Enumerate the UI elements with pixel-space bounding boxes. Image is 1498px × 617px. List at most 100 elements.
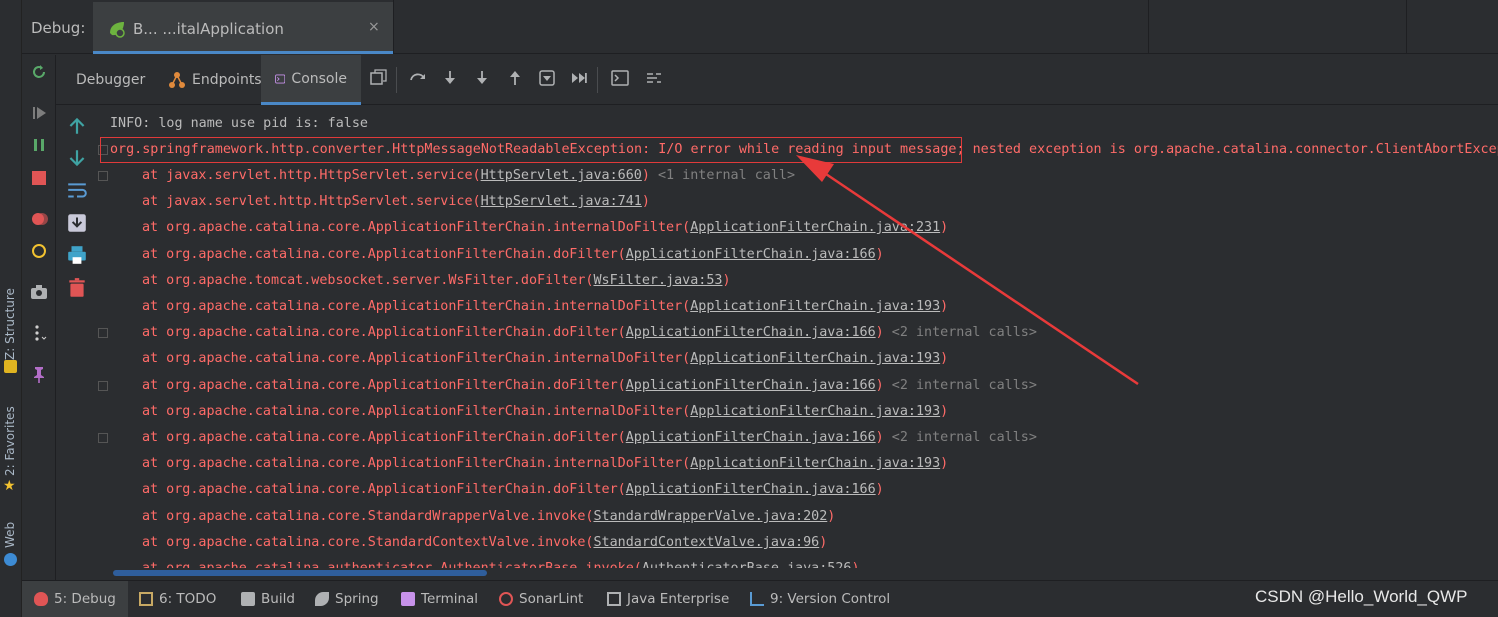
- tool-tab-build[interactable]: Build: [241, 581, 295, 617]
- tool-tab-spring[interactable]: Spring: [315, 581, 379, 617]
- tab-console-label: Console: [291, 70, 347, 87]
- stack-frame-line: at org.apache.catalina.core.ApplicationF…: [142, 299, 948, 314]
- pause-icon[interactable]: [29, 135, 49, 155]
- frame-source-link[interactable]: ApplicationFilterChain.java:193: [690, 299, 940, 314]
- frame-method: at org.apache.catalina.authenticator.Aut…: [142, 561, 642, 568]
- tool-tab-java-enterprise[interactable]: Java Enterprise: [607, 581, 729, 617]
- stack-frame-line: at org.apache.catalina.core.ApplicationF…: [142, 378, 1037, 393]
- force-step-into-icon[interactable]: [473, 69, 491, 87]
- close-icon[interactable]: ×: [368, 19, 380, 35]
- frame-method: at org.apache.catalina.core.StandardCont…: [142, 535, 594, 550]
- fold-marker[interactable]: [98, 381, 108, 391]
- stack-frame-line: at org.apache.catalina.core.ApplicationF…: [142, 404, 948, 419]
- tab-console[interactable]: Console: [261, 55, 361, 105]
- frame-source-link[interactable]: ApplicationFilterChain.java:193: [690, 456, 940, 471]
- frame-source-link[interactable]: AuthenticatorBase.java:526: [642, 561, 852, 568]
- tab-endpoints[interactable]: Endpoints: [160, 55, 270, 105]
- frame-source-link[interactable]: ApplicationFilterChain.java:166: [626, 430, 876, 445]
- star-icon: ★: [3, 478, 16, 494]
- console-icon: [275, 74, 286, 83]
- frame-method: at org.apache.catalina.core.ApplicationF…: [142, 404, 691, 419]
- step-into-icon[interactable]: [441, 69, 459, 87]
- horizontal-scrollbar[interactable]: [113, 570, 487, 576]
- frame-source-link[interactable]: StandardWrapperValve.java:202: [593, 509, 827, 524]
- rerun-icon[interactable]: [29, 62, 49, 82]
- scroll-to-end-icon[interactable]: [66, 212, 88, 234]
- tool-tab-java-enterprise-label: Java Enterprise: [627, 591, 730, 607]
- fold-marker[interactable]: [98, 145, 108, 155]
- run-to-cursor-icon[interactable]: [570, 69, 588, 87]
- frame-source-link[interactable]: StandardContextValve.java:96: [593, 535, 819, 550]
- frame-source-link[interactable]: ApplicationFilterChain.java:166: [626, 482, 876, 497]
- tab-debugger[interactable]: Debugger: [66, 55, 155, 105]
- structure-tab[interactable]: Z: Structure: [3, 280, 17, 360]
- step-out-icon[interactable]: [506, 69, 524, 87]
- tool-tab-sonarlint-label: SonarLint: [519, 591, 584, 607]
- frame-close-paren: ): [875, 378, 884, 393]
- structure-icon: [4, 360, 17, 373]
- frame-close-paren: ): [875, 325, 884, 340]
- soft-wrap-icon[interactable]: [66, 180, 88, 202]
- drop-frame-icon[interactable]: [538, 69, 556, 87]
- frame-method: at org.apache.catalina.core.ApplicationF…: [142, 378, 626, 393]
- pin-icon[interactable]: [29, 364, 49, 384]
- favorites-tab-label: 2: Favorites: [3, 406, 17, 476]
- tool-tab-todo[interactable]: 6: TODO: [139, 581, 216, 617]
- step-over-icon[interactable]: [409, 69, 427, 87]
- frame-method: at org.apache.catalina.core.StandardWrap…: [142, 509, 594, 524]
- tool-tab-terminal[interactable]: Terminal: [401, 581, 478, 617]
- trash-icon[interactable]: [66, 277, 88, 299]
- frame-source-link[interactable]: HttpServlet.java:741: [481, 194, 642, 209]
- frame-method: at org.apache.catalina.core.ApplicationF…: [142, 456, 691, 471]
- stop-icon[interactable]: [29, 168, 49, 188]
- watermark: CSDN @Hello_World_QWP: [1255, 587, 1468, 606]
- fold-marker[interactable]: [98, 433, 108, 443]
- frame-source-link[interactable]: ApplicationFilterChain.java:166: [626, 325, 876, 340]
- terminal-icon: [401, 592, 415, 606]
- fold-marker[interactable]: [98, 171, 108, 181]
- tab-endpoints-label: Endpoints: [192, 72, 262, 88]
- view-breakpoints-icon[interactable]: [29, 209, 49, 229]
- toolbar-separator: [597, 67, 598, 93]
- frame-source-link[interactable]: ApplicationFilterChain.java:166: [626, 378, 876, 393]
- internal-calls-note[interactable]: <1 internal call>: [650, 168, 795, 183]
- frame-close-paren: ): [940, 404, 949, 419]
- internal-calls-note[interactable]: <2 internal calls>: [884, 378, 1037, 393]
- frame-source-link[interactable]: ApplicationFilterChain.java:193: [690, 351, 940, 366]
- frame-close-paren: ): [875, 247, 884, 262]
- fold-marker[interactable]: [98, 328, 108, 338]
- frame-source-link[interactable]: ApplicationFilterChain.java:166: [626, 247, 876, 262]
- favorites-tab[interactable]: 2: Favorites: [3, 402, 17, 476]
- frame-close-paren: ): [827, 509, 836, 524]
- stack-frame-line: at javax.servlet.http.HttpServlet.servic…: [142, 168, 795, 183]
- spring-icon: [315, 592, 329, 606]
- internal-calls-note[interactable]: <2 internal calls>: [884, 430, 1037, 445]
- resume-icon[interactable]: [29, 103, 49, 123]
- trace-icon[interactable]: [645, 69, 663, 87]
- mute-breakpoints-icon[interactable]: [29, 241, 49, 261]
- web-tab[interactable]: Web: [3, 518, 17, 548]
- tool-tab-version-control[interactable]: 9: Version Control: [750, 581, 890, 617]
- frame-method: at org.apache.catalina.core.ApplicationF…: [142, 299, 691, 314]
- frame-source-link[interactable]: ApplicationFilterChain.java:193: [690, 404, 940, 419]
- frame-source-link[interactable]: WsFilter.java:53: [593, 273, 722, 288]
- run-config-tab[interactable]: B... ...italApplication ×: [93, 2, 393, 54]
- camera-icon[interactable]: [29, 282, 49, 302]
- evaluate-icon[interactable]: [611, 69, 629, 87]
- up-arrow-icon[interactable]: [66, 115, 88, 137]
- frame-method: at org.apache.catalina.core.ApplicationF…: [142, 220, 691, 235]
- todo-icon: [139, 592, 153, 606]
- internal-calls-note[interactable]: <2 internal calls>: [884, 325, 1037, 340]
- frame-close-paren: ): [875, 482, 884, 497]
- frame-source-link[interactable]: HttpServlet.java:660: [481, 168, 642, 183]
- more-icon[interactable]: [29, 323, 49, 343]
- tool-tab-sonarlint[interactable]: SonarLint: [499, 581, 583, 617]
- console-output[interactable]: INFO: log name use pid is: false org.spr…: [98, 106, 1498, 568]
- stack-frame-line: at javax.servlet.http.HttpServlet.servic…: [142, 194, 650, 209]
- down-arrow-icon[interactable]: [66, 147, 88, 169]
- stack-frame-line: at org.apache.catalina.core.ApplicationF…: [142, 456, 948, 471]
- restore-layout-icon[interactable]: [369, 69, 387, 87]
- frame-source-link[interactable]: ApplicationFilterChain.java:231: [690, 220, 940, 235]
- print-icon[interactable]: [66, 244, 88, 266]
- tool-tab-debug[interactable]: 5: Debug: [22, 581, 128, 617]
